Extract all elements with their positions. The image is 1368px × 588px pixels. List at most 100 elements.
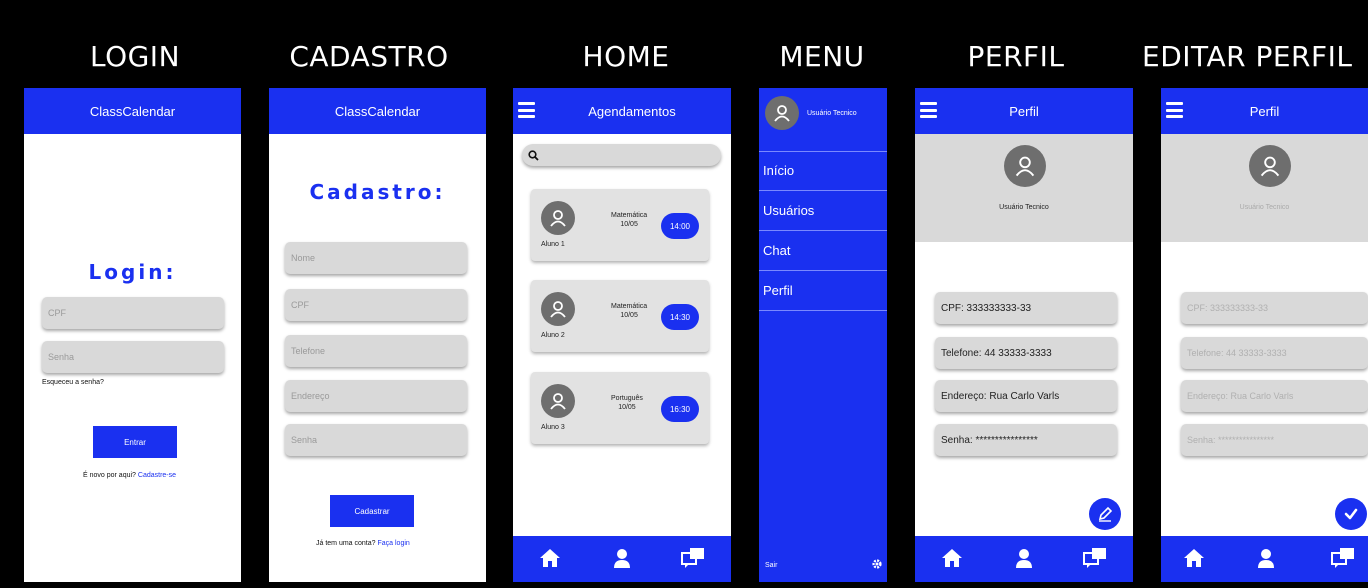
phone-field: Telefone: 44 33333-3333 bbox=[935, 337, 1117, 369]
menu-user-name: Usuário Tecnico bbox=[807, 110, 857, 117]
signup-prompt-text: É novo por aqui? bbox=[83, 472, 136, 479]
avatar[interactable] bbox=[1249, 145, 1291, 187]
cpf-field: CPF: 333333333-33 bbox=[935, 292, 1117, 324]
login-screen: ClassCalendar Login: CPF Senha Esqueceu … bbox=[24, 88, 241, 582]
cpf-field[interactable]: CPF bbox=[285, 289, 467, 321]
search-input[interactable] bbox=[522, 144, 721, 166]
avatar bbox=[1004, 145, 1046, 187]
perfil-screen: Perfil Usuário Tecnico CPF: 333333333-33… bbox=[915, 88, 1133, 582]
app-header: ClassCalendar bbox=[24, 88, 241, 134]
subject-text: Português 10/05 bbox=[611, 394, 643, 412]
password-field: Senha: **************** bbox=[935, 424, 1117, 456]
menu-icon[interactable] bbox=[920, 102, 937, 118]
login-heading: Login: bbox=[88, 260, 177, 284]
menu-item-inicio[interactable]: Início bbox=[759, 151, 887, 191]
address-field: Endereço: Rua Carlo Varls bbox=[935, 380, 1117, 412]
phone-field[interactable]: Telefone bbox=[285, 335, 467, 367]
menu-screen: Usuário Tecnico Início Usuários Chat Per… bbox=[759, 88, 887, 582]
time-badge[interactable]: 16:30 bbox=[661, 396, 699, 422]
person-icon bbox=[774, 105, 790, 122]
cadastro-screen: ClassCalendar Cadastro: Nome CPF Telefon… bbox=[269, 88, 486, 582]
chat-icon[interactable] bbox=[681, 547, 705, 569]
subject-label: Matemática bbox=[611, 212, 648, 219]
user-icon[interactable] bbox=[611, 547, 633, 569]
edit-icon bbox=[1098, 506, 1113, 522]
bottom-nav bbox=[915, 536, 1133, 582]
student-name: Aluno 2 bbox=[541, 332, 565, 339]
name-field[interactable]: Nome bbox=[285, 242, 467, 274]
chat-icon[interactable] bbox=[1331, 547, 1355, 569]
password-field[interactable]: Senha bbox=[285, 424, 467, 456]
user-icon[interactable] bbox=[1013, 547, 1035, 569]
search-icon bbox=[528, 149, 539, 161]
appointment-card[interactable]: Português 10/05 16:30 Aluno 3 bbox=[531, 372, 709, 444]
home-icon[interactable] bbox=[1183, 547, 1205, 569]
subject-label: Matemática bbox=[611, 303, 648, 310]
app-title: ClassCalendar bbox=[89, 103, 176, 119]
user-icon[interactable] bbox=[1255, 547, 1277, 569]
time-badge[interactable]: 14:30 bbox=[661, 304, 699, 330]
chat-icon[interactable] bbox=[1083, 547, 1107, 569]
person-icon bbox=[550, 210, 566, 227]
profile-user-name[interactable]: Usuário Tecnico bbox=[1161, 204, 1368, 211]
login-link[interactable]: Faça login bbox=[377, 540, 409, 547]
exit-link[interactable]: Sair bbox=[765, 562, 777, 569]
home-screen: Agendamentos Matemática 10/05 14:00 Aluno… bbox=[513, 88, 731, 582]
profile-user-name: Usuário Tecnico bbox=[999, 204, 1049, 211]
menu-icon[interactable] bbox=[1166, 102, 1183, 118]
person-icon bbox=[550, 393, 566, 410]
avatar bbox=[765, 96, 799, 130]
subject-text: Matemática 10/05 bbox=[611, 211, 647, 229]
login-button[interactable]: Entrar bbox=[93, 426, 177, 458]
appointment-card[interactable]: Matemática 10/05 14:30 Aluno 2 bbox=[531, 280, 709, 352]
menu-item-chat[interactable]: Chat bbox=[759, 231, 887, 271]
password-field[interactable]: Senha: **************** bbox=[1181, 424, 1368, 456]
profile-header: Usuário Tecnico bbox=[1161, 134, 1368, 242]
check-icon bbox=[1344, 508, 1358, 520]
app-title: ClassCalendar bbox=[334, 103, 421, 119]
password-field[interactable]: Senha bbox=[42, 341, 224, 373]
cadastro-heading: Cadastro: bbox=[309, 180, 446, 204]
edit-button[interactable] bbox=[1089, 498, 1121, 530]
forgot-password-link[interactable]: Esqueceu a senha? bbox=[42, 379, 104, 386]
gear-icon[interactable] bbox=[871, 558, 883, 570]
avatar bbox=[541, 292, 575, 326]
avatar bbox=[541, 201, 575, 235]
person-icon bbox=[1260, 156, 1280, 177]
register-button[interactable]: Cadastrar bbox=[330, 495, 414, 527]
address-field[interactable]: Endereço: Rua Carlo Varls bbox=[1181, 380, 1368, 412]
cpf-field[interactable]: CPF bbox=[42, 297, 224, 329]
screen-title-perfil: PERFIL bbox=[967, 40, 1065, 73]
app-header: Agendamentos bbox=[513, 88, 731, 134]
editar-perfil-screen: Perfil Usuário Tecnico CPF: 333333333-33… bbox=[1161, 88, 1368, 582]
menu-item-perfil[interactable]: Perfil bbox=[759, 271, 887, 311]
save-button[interactable] bbox=[1335, 498, 1367, 530]
phone-field[interactable]: Telefone: 44 33333-3333 bbox=[1181, 337, 1368, 369]
address-field[interactable]: Endereço bbox=[285, 380, 467, 412]
person-icon bbox=[1015, 156, 1035, 177]
person-icon bbox=[550, 301, 566, 318]
page-title: Perfil bbox=[1249, 103, 1280, 119]
menu-icon[interactable] bbox=[518, 102, 535, 118]
signup-link[interactable]: Cadastre-se bbox=[138, 472, 176, 479]
app-header: ClassCalendar bbox=[269, 88, 486, 134]
subject-label: Português bbox=[611, 395, 643, 402]
bottom-nav bbox=[1161, 536, 1368, 582]
home-icon[interactable] bbox=[539, 547, 561, 569]
menu-item-usuarios[interactable]: Usuários bbox=[759, 191, 887, 231]
login-prompt: Já tem uma conta? Faça login bbox=[316, 540, 410, 547]
screen-title-login: LOGIN bbox=[89, 40, 181, 73]
subject-text: Matemática 10/05 bbox=[611, 302, 647, 320]
app-header: Perfil bbox=[1161, 88, 1368, 134]
appointment-card[interactable]: Matemática 10/05 14:00 Aluno 1 bbox=[531, 189, 709, 261]
date-label: 10/05 bbox=[620, 221, 638, 228]
date-label: 10/05 bbox=[620, 312, 638, 319]
page-title: Agendamentos bbox=[588, 103, 676, 119]
time-badge[interactable]: 14:00 bbox=[661, 213, 699, 239]
app-header: Perfil bbox=[915, 88, 1133, 134]
home-icon[interactable] bbox=[941, 547, 963, 569]
student-name: Aluno 1 bbox=[541, 241, 565, 248]
menu-header: Usuário Tecnico bbox=[759, 88, 887, 152]
cpf-field[interactable]: CPF: 333333333-33 bbox=[1181, 292, 1368, 324]
date-label: 10/05 bbox=[618, 404, 636, 411]
